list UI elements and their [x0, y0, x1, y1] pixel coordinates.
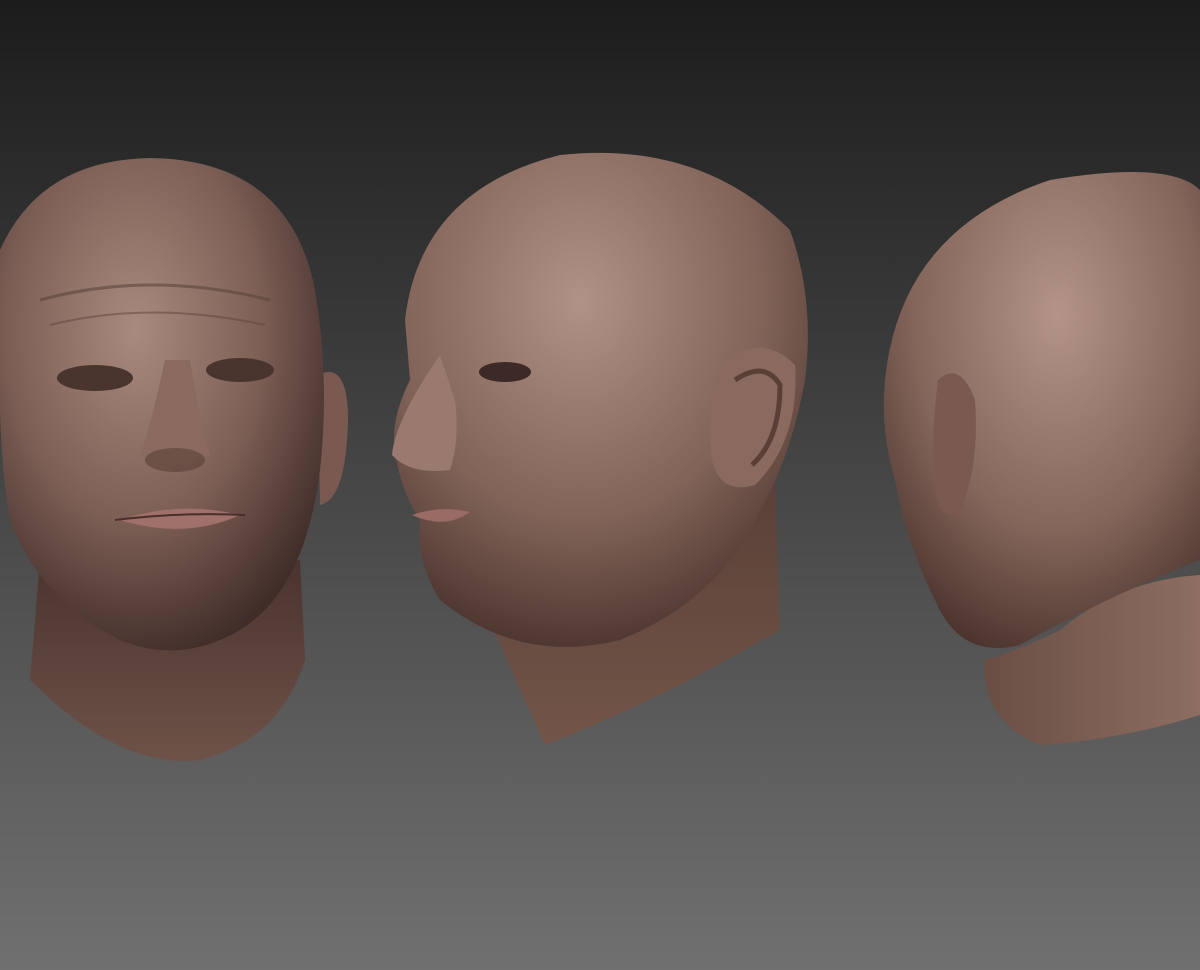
head-back-view-icon[interactable]: [0, 0, 1200, 970]
3d-viewport[interactable]: [0, 0, 1200, 970]
